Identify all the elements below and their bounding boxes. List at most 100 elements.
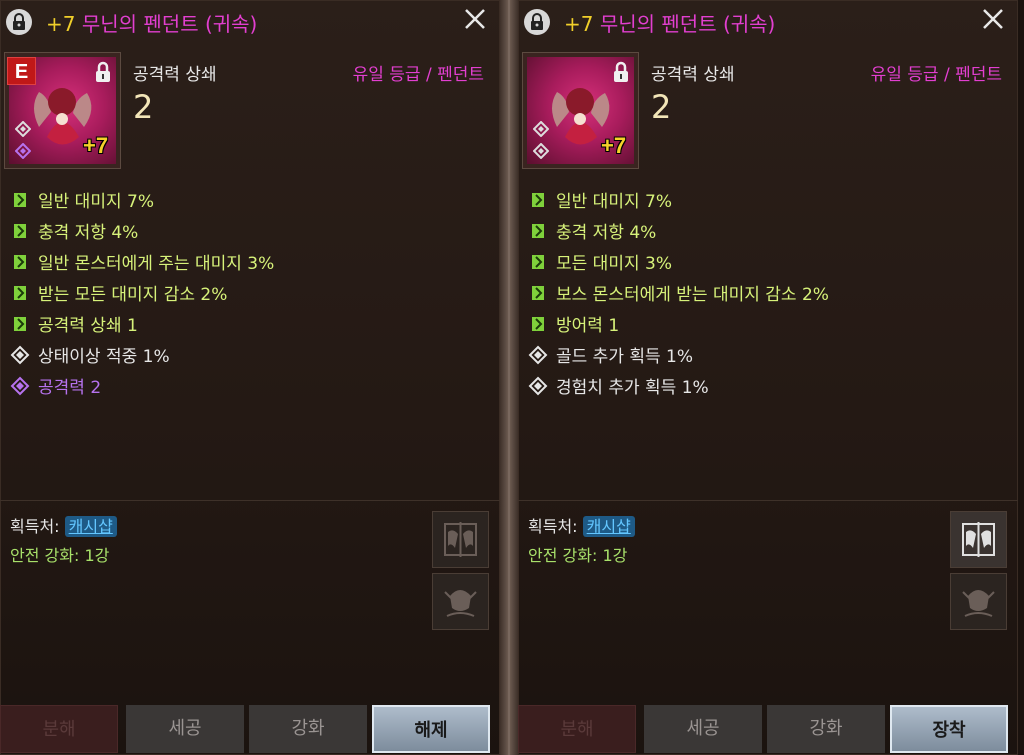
option-text: 공격력 2 — [38, 378, 102, 398]
option-row: 방어력 1 — [528, 308, 998, 339]
refine-button[interactable]: 세공 — [644, 705, 762, 753]
safe-enhance: 안전 강화: 1강 — [528, 546, 628, 565]
slot-white-diamond-icon — [532, 120, 550, 141]
title-item-name: 무닌의 펜던트 (귀속) — [599, 12, 776, 36]
lock-icon[interactable] — [524, 9, 550, 35]
green-rune-icon — [528, 221, 548, 241]
option-text: 일반 대미지 7% — [556, 192, 672, 212]
option-text: 충격 저항 4% — [38, 223, 139, 243]
title-item-name: 무닌의 펜던트 (귀속) — [81, 12, 258, 36]
lock-icon[interactable] — [6, 9, 32, 35]
green-rune-icon — [10, 314, 30, 334]
panel-divider — [500, 0, 518, 755]
title-bar: +7 무닌의 펜던트 (귀속) — [0, 0, 500, 44]
source-label: 획득처: — [528, 517, 578, 536]
option-text: 공격력 상쇄 1 — [38, 316, 138, 336]
item-lock-icon — [93, 61, 113, 87]
section-divider — [518, 500, 1018, 501]
option-list: 일반 대미지 7% 충격 저항 4% 모든 대미지 3% 보스 몬스터에게 받는… — [528, 184, 998, 401]
option-row: 모든 대미지 3% — [528, 246, 998, 277]
close-icon[interactable] — [460, 4, 490, 34]
source-link[interactable]: 캐시샵 — [64, 516, 117, 537]
green-rune-icon — [10, 252, 30, 272]
option-text: 받는 모든 대미지 감소 2% — [38, 285, 228, 305]
source-label: 획득처: — [10, 517, 60, 536]
helmet-icon[interactable] — [432, 573, 489, 630]
main-stat-name: 공격력 상쇄 — [133, 65, 217, 85]
option-row: 충격 저항 4% — [528, 215, 998, 246]
slot-white-diamond-icon — [532, 142, 550, 163]
green-rune-icon — [10, 190, 30, 210]
option-row: 받는 모든 대미지 감소 2% — [10, 277, 480, 308]
option-row: 충격 저항 4% — [10, 215, 480, 246]
equip-button[interactable]: 장착 — [890, 705, 1008, 753]
slot-purple-diamond-icon — [14, 142, 32, 163]
slot-white-diamond-icon — [14, 120, 32, 141]
option-row: 일반 대미지 7% — [528, 184, 998, 215]
enhance-level: +7 — [83, 133, 109, 158]
item-title: +7 무닌의 펜던트 (귀속) — [46, 8, 257, 37]
source-row: 획득처: 캐시샵 — [528, 513, 635, 537]
safe-enhance: 안전 강화: 1강 — [10, 546, 110, 565]
main-stat-value: 2 — [133, 88, 154, 126]
green-rune-icon — [528, 314, 548, 334]
white-diamond-icon — [10, 345, 30, 365]
enhance-button[interactable]: 강화 — [767, 705, 885, 753]
grade-badge: E — [7, 57, 36, 85]
option-row: 일반 몬스터에게 주는 대미지 3% — [10, 246, 480, 277]
source-row: 획득처: 캐시샵 — [10, 513, 117, 537]
green-rune-icon — [10, 283, 30, 303]
title-enhance-level: +7 — [46, 12, 76, 36]
option-row: 공격력 2 — [10, 370, 480, 401]
option-row: 보스 몬스터에게 받는 대미지 감소 2% — [528, 277, 998, 308]
helmet-icon[interactable] — [950, 573, 1007, 630]
item-tooltip-panel-left: +7 무닌의 펜던트 (귀속) E +7 공격력 상쇄 2 유일 등급 / 펜던… — [0, 0, 500, 755]
option-text: 골드 추가 획득 1% — [556, 347, 694, 367]
green-rune-icon — [528, 190, 548, 210]
action-bar: 분해 세공 강화 장착 — [518, 703, 1018, 755]
item-lock-icon — [611, 61, 631, 87]
white-diamond-icon — [528, 376, 548, 396]
option-row: 일반 대미지 7% — [10, 184, 480, 215]
refine-button[interactable]: 세공 — [126, 705, 244, 753]
enhance-button[interactable]: 강화 — [249, 705, 367, 753]
option-text: 일반 대미지 7% — [38, 192, 154, 212]
option-list: 일반 대미지 7% 충격 저항 4% 일반 몬스터에게 주는 대미지 3% 받는… — [10, 184, 480, 401]
main-stat-name: 공격력 상쇄 — [651, 65, 735, 85]
item-grade: 유일 등급 / 펜던트 — [870, 65, 1002, 85]
white-diamond-icon — [528, 345, 548, 365]
close-icon[interactable] — [978, 4, 1008, 34]
enhance-level: +7 — [601, 133, 627, 158]
section-divider — [0, 500, 500, 501]
option-text: 모든 대미지 3% — [556, 254, 672, 274]
option-text: 충격 저항 4% — [556, 223, 657, 243]
item-icon-frame: E +7 — [4, 52, 121, 169]
item-icon-frame: +7 — [522, 52, 639, 169]
green-rune-icon — [528, 283, 548, 303]
green-rune-icon — [528, 252, 548, 272]
option-row: 골드 추가 획득 1% — [528, 339, 998, 370]
item-tooltip-panel-right: +7 무닌의 펜던트 (귀속) +7 공격력 상쇄 2 유일 등급 / 펜던트 … — [518, 0, 1018, 755]
compare-button[interactable] — [950, 511, 1007, 568]
item-grade: 유일 등급 / 펜던트 — [352, 65, 484, 85]
source-link[interactable]: 캐시샵 — [582, 516, 635, 537]
option-row: 공격력 상쇄 1 — [10, 308, 480, 339]
option-text: 상태이상 적중 1% — [38, 347, 170, 367]
option-text: 방어력 1 — [556, 316, 620, 336]
item-title: +7 무닌의 펜던트 (귀속) — [564, 8, 775, 37]
option-text: 보스 몬스터에게 받는 대미지 감소 2% — [556, 285, 829, 305]
option-row: 경험치 추가 획득 1% — [528, 370, 998, 401]
action-bar: 분해 세공 강화 해제 — [0, 703, 500, 755]
unequip-button[interactable]: 해제 — [372, 705, 490, 753]
option-row: 상태이상 적중 1% — [10, 339, 480, 370]
option-text: 일반 몬스터에게 주는 대미지 3% — [38, 254, 275, 274]
title-bar: +7 무닌의 펜던트 (귀속) — [518, 0, 1018, 44]
purple-diamond-icon — [10, 376, 30, 396]
option-text: 경험치 추가 획득 1% — [556, 378, 709, 398]
disassemble-button[interactable]: 분해 — [0, 705, 118, 753]
main-stat-value: 2 — [651, 88, 672, 126]
title-enhance-level: +7 — [564, 12, 594, 36]
disassemble-button[interactable]: 분해 — [518, 705, 636, 753]
compare-button[interactable] — [432, 511, 489, 568]
green-rune-icon — [10, 221, 30, 241]
